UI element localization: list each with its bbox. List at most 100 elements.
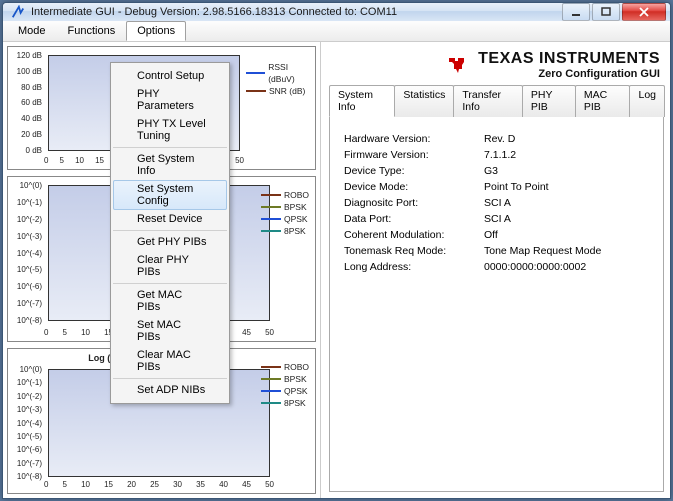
info-row: Diagnositc Port:SCI A [344,195,649,211]
tab-system-info[interactable]: System Info [329,85,395,117]
info-value: Rev. D [484,131,649,147]
legend-item: ROBO [261,361,309,373]
legend-label: ROBO [284,189,309,201]
menu-item-set-mac-pibs[interactable]: Set MAC PIBs [113,316,227,346]
legend-item: RSSI (dBuV) [246,61,315,85]
tab-transfer-info[interactable]: Transfer Info [453,85,523,117]
menubar: Mode Functions Options [3,21,670,42]
system-info-panel: Hardware Version:Rev. DFirmware Version:… [329,117,664,492]
info-row: Hardware Version:Rev. D [344,131,649,147]
info-row: Device Type:G3 [344,163,649,179]
menu-item-control-setup[interactable]: Control Setup [113,67,227,85]
legend-swatch [261,402,281,404]
y-axis-labels: 10^(0)10^(-1)10^(-2)10^(-3)10^(-4)10^(-5… [8,365,44,481]
menu-item-phy-parameters[interactable]: PHY Parameters [113,85,227,115]
info-label: Device Type: [344,163,484,179]
y-axis-labels: 10^(0)10^(-1)10^(-2)10^(-3)10^(-4)10^(-5… [8,181,44,325]
chart-legend: ROBOBPSKQPSK8PSK [261,189,309,237]
info-value: SCI A [484,211,649,227]
x-axis-labels: 05101520253035404550 [44,480,274,489]
legend-swatch [261,390,281,392]
info-value: Off [484,227,649,243]
legend-swatch [261,366,281,368]
legend-label: 8PSK [284,225,306,237]
info-value: 7.1.1.2 [484,147,649,163]
maximize-button[interactable] [592,3,620,21]
window-controls [562,3,666,21]
tab-statistics[interactable]: Statistics [394,85,454,117]
menu-mode[interactable]: Mode [7,21,57,41]
chart-legend: ROBOBPSKQPSK8PSK [261,361,309,409]
legend-swatch [261,206,281,208]
info-label: Data Port: [344,211,484,227]
titlebar[interactable]: Intermediate GUI - Debug Version: 2.98.5… [3,3,670,21]
info-row: Data Port:SCI A [344,211,649,227]
menu-functions[interactable]: Functions [57,21,127,41]
legend-label: ROBO [284,361,309,373]
close-button[interactable] [622,3,666,21]
legend-item: BPSK [261,201,309,213]
info-value: SCI A [484,195,649,211]
legend-label: BPSK [284,373,307,385]
legend-item: QPSK [261,385,309,397]
legend-label: QPSK [284,213,308,225]
menu-item-clear-phy-pibs[interactable]: Clear PHY PIBs [113,251,227,281]
ti-logo-icon [446,53,470,77]
app-window: Intermediate GUI - Debug Version: 2.98.5… [2,2,671,499]
legend-item: SNR (dB) [246,85,315,97]
info-label: Long Address: [344,259,484,275]
minimize-button[interactable] [562,3,590,21]
legend-label: SNR (dB) [269,85,305,97]
info-label: Firmware Version: [344,147,484,163]
info-row: Tonemask Req Mode:Tone Map Request Mode [344,243,649,259]
info-value: Point To Point [484,179,649,195]
tab-log[interactable]: Log [629,85,665,117]
chart-legend: RSSI (dBuV)SNR (dB) [246,61,315,97]
legend-item: ROBO [261,189,309,201]
menu-options[interactable]: Options [126,21,186,41]
content-area: Control SetupPHY ParametersPHY TX Level … [3,42,670,498]
info-row: Device Mode:Point To Point [344,179,649,195]
info-value: Tone Map Request Mode [484,243,649,259]
legend-label: QPSK [284,385,308,397]
legend-item: BPSK [261,373,309,385]
window-title: Intermediate GUI - Debug Version: 2.98.5… [31,6,562,18]
info-row: Coherent Modulation:Off [344,227,649,243]
brand-header: TEXAS INSTRUMENTS Zero Configuration GUI [329,46,664,82]
app-icon [11,5,25,19]
info-label: Tonemask Req Mode: [344,243,484,259]
y-axis-labels: 120 dB100 dB80 dB60 dB40 dB20 dB0 dB [8,51,44,155]
legend-swatch [246,72,265,74]
info-value: G3 [484,163,649,179]
menu-item-get-mac-pibs[interactable]: Get MAC PIBs [113,286,227,316]
brand-name: TEXAS INSTRUMENTS [478,50,660,68]
options-dropdown: Control SetupPHY ParametersPHY TX Level … [110,62,230,404]
menu-item-reset-device[interactable]: Reset Device [113,210,227,228]
info-row: Long Address:0000:0000:0000:0002 [344,259,649,275]
legend-label: 8PSK [284,397,306,409]
info-label: Coherent Modulation: [344,227,484,243]
tab-bar: System InfoStatisticsTransfer InfoPHY PI… [329,84,664,117]
legend-label: BPSK [284,201,307,213]
info-pane: TEXAS INSTRUMENTS Zero Configuration GUI… [321,42,670,498]
legend-swatch [261,194,281,196]
legend-item: 8PSK [261,397,309,409]
menu-item-get-system-info[interactable]: Get System Info [113,150,227,180]
menu-item-get-phy-pibs[interactable]: Get PHY PIBs [113,233,227,251]
menu-item-set-adp-nibs[interactable]: Set ADP NIBs [113,381,227,399]
menu-item-clear-mac-pibs[interactable]: Clear MAC PIBs [113,346,227,376]
menu-item-phy-tx-level-tuning[interactable]: PHY TX Level Tuning [113,115,227,145]
tab-mac-pib[interactable]: MAC PIB [575,85,631,117]
info-label: Hardware Version: [344,131,484,147]
legend-swatch [261,230,281,232]
tab-phy-pib[interactable]: PHY PIB [522,85,576,117]
legend-swatch [246,90,266,92]
legend-label: RSSI (dBuV) [268,61,315,85]
menu-item-set-system-config[interactable]: Set System Config [113,180,227,210]
legend-item: 8PSK [261,225,309,237]
info-value: 0000:0000:0000:0002 [484,259,649,275]
info-label: Device Mode: [344,179,484,195]
legend-item: QPSK [261,213,309,225]
brand-subtitle: Zero Configuration GUI [478,68,660,80]
legend-swatch [261,218,281,220]
